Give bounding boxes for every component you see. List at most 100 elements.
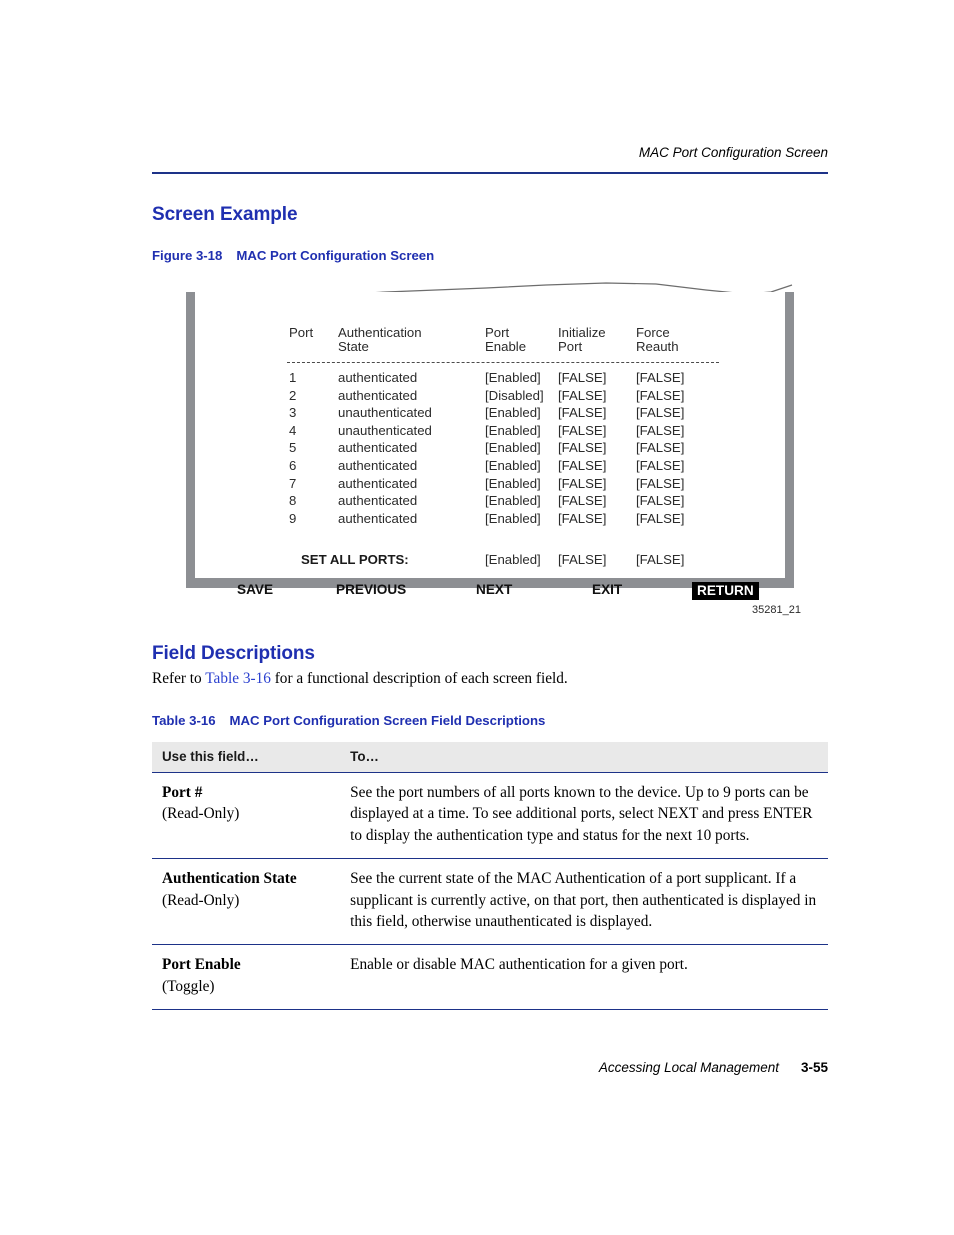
column-header-to: To… — [340, 742, 828, 773]
authentication-state-cell: authenticated — [338, 387, 418, 403]
force-reauth-cell[interactable]: [FALSE] — [636, 458, 684, 473]
terminal-port-row[interactable]: 4 unauthenticated [Enabled] [FALSE] [FALSE] — [195, 423, 785, 441]
field-descriptions-heading: Field Descriptions — [152, 643, 315, 664]
authentication-state-cell: unauthenticated — [338, 405, 432, 421]
port-enable-cell[interactable]: [Enabled] — [485, 440, 541, 455]
initialize-port-cell[interactable]: [FALSE] — [558, 423, 606, 438]
initialize-port-cell[interactable]: [FALSE] — [558, 405, 606, 420]
field-access-mode: (Toggle) — [162, 977, 215, 995]
force-reauth-cell[interactable]: [FALSE] — [636, 405, 684, 420]
port-number-cell: 9 — [289, 510, 297, 526]
save-button[interactable]: SAVE — [237, 582, 273, 597]
return-button[interactable]: RETURN — [692, 582, 759, 600]
terminal-screen-figure: Port Authentication State Port Enable In… — [186, 282, 794, 600]
force-reauth-cell[interactable]: [FALSE] — [636, 370, 684, 385]
figure-image-id: 35281_21 — [752, 604, 801, 616]
footer-document-name: Accessing Local Management — [598, 1060, 779, 1075]
port-number-cell: 4 — [289, 422, 297, 438]
field-description-cell: Enable or disable MAC authentication for… — [340, 944, 828, 1011]
port-number-cell: 2 — [289, 387, 297, 403]
port-enable-cell[interactable]: [Enabled] — [485, 423, 541, 438]
field-access-mode: (Read-Only) — [162, 891, 240, 909]
terminal-port-row[interactable]: 2 authenticated [Disabled] [FALSE] [FALSE] — [195, 388, 785, 406]
field-name-cell: Port # (Read-Only) — [152, 772, 341, 860]
port-number-cell: 1 — [289, 370, 297, 385]
table-row: Port # (Read-Only) See the port numbers of… — [152, 772, 828, 860]
port-enable-cell[interactable]: [Enabled] — [485, 511, 541, 526]
column-header-initialize-port: Initialize Port — [558, 325, 606, 354]
field-descriptions-intro: Refer to Table 3-16 for a functional des… — [152, 670, 568, 688]
set-all-ports-label: SET ALL PORTS: — [301, 552, 409, 567]
screen-bezel-right — [785, 292, 794, 588]
field-name: Port Enable — [162, 956, 241, 974]
port-number-cell: 8 — [289, 493, 297, 509]
initialize-port-cell[interactable]: [FALSE] — [558, 388, 606, 403]
port-enable-cell[interactable]: [Enabled] — [485, 458, 541, 473]
terminal-port-row[interactable]: 6 authenticated [Enabled] [FALSE] [FALSE] — [195, 458, 785, 476]
table-body: Port # (Read-Only) See the port numbers of… — [152, 772, 828, 1011]
port-number-cell: 6 — [289, 458, 297, 473]
page-title: Screen Example — [152, 204, 298, 225]
column-header-port-enable: Port Enable — [485, 325, 527, 354]
set-all-ports-enable-value[interactable]: [Enabled] — [485, 552, 541, 567]
initialize-port-cell[interactable]: [FALSE] — [558, 440, 606, 455]
terminal-navigation-bar: SAVE PREVIOUS NEXT EXIT RETURN — [195, 582, 785, 604]
terminal-port-row[interactable]: 3 unauthenticated [Enabled] [FALSE] [FALSE] — [195, 405, 785, 423]
initialize-port-cell[interactable]: [FALSE] — [558, 476, 606, 491]
table-row: Authentication State (Read-Only) See the c… — [152, 858, 828, 946]
port-enable-cell[interactable]: [Enabled] — [485, 493, 541, 508]
port-number-cell: 7 — [289, 475, 297, 491]
column-header-authentication-state: Authentication State — [338, 325, 422, 354]
terminal-column-headers: Port Authentication State Port Enable In… — [195, 326, 785, 358]
next-button[interactable]: NEXT — [476, 582, 512, 597]
port-enable-cell[interactable]: [Enabled] — [485, 370, 541, 385]
terminal-port-row[interactable]: 9 authenticated [Enabled] [FALSE] [FALSE] — [195, 511, 785, 529]
field-name: Port # — [162, 784, 203, 801]
port-number-cell: 5 — [289, 440, 297, 456]
set-all-ports-initialize-value[interactable]: [FALSE] — [558, 552, 606, 567]
port-number-cell: 3 — [289, 405, 297, 421]
terminal-port-row[interactable]: 7 authenticated [Enabled] [FALSE] [FALSE] — [195, 476, 785, 494]
table-caption: Table 3-16 MAC Port Configuration Screen … — [152, 713, 545, 728]
authentication-state-cell: authenticated — [338, 493, 418, 509]
force-reauth-cell[interactable]: [FALSE] — [636, 511, 684, 526]
field-name-cell: Port Enable (Toggle) — [152, 944, 341, 1011]
authentication-state-cell: authenticated — [338, 370, 418, 385]
previous-button[interactable]: PREVIOUS — [336, 582, 406, 597]
field-description-cell: See the current state of the MAC Authent… — [340, 858, 828, 946]
column-header-use-this-field: Use this field… — [152, 742, 341, 773]
screen-bezel-left — [186, 292, 195, 588]
port-enable-cell[interactable]: [Disabled] — [485, 388, 544, 403]
initialize-port-cell[interactable]: [FALSE] — [558, 511, 606, 526]
intro-text-before: Refer to — [152, 670, 206, 687]
terminal-port-row[interactable]: 5 authenticated [Enabled] [FALSE] [FALSE] — [195, 440, 785, 458]
port-enable-cell[interactable]: [Enabled] — [485, 405, 541, 420]
port-enable-cell[interactable]: [Enabled] — [485, 476, 541, 491]
figure-title: MAC Port Configuration Screen — [236, 248, 435, 263]
column-header-port: Port — [289, 325, 314, 340]
terminal-set-all-ports-row[interactable]: SET ALL PORTS: [Enabled] [FALSE] [FALSE] — [195, 552, 785, 570]
exit-button[interactable]: EXIT — [592, 582, 622, 597]
force-reauth-cell[interactable]: [FALSE] — [636, 423, 684, 438]
footer-page-number: 3-55 — [800, 1060, 828, 1075]
authentication-state-cell: authenticated — [338, 440, 418, 456]
table-row: Port Enable (Toggle) Enable or disable MAC… — [152, 944, 828, 1011]
initialize-port-cell[interactable]: [FALSE] — [558, 458, 606, 473]
page-footer: Accessing Local Management 3-55 — [152, 1060, 828, 1075]
intro-text-after: for a functional description of each scr… — [270, 670, 568, 687]
initialize-port-cell[interactable]: [FALSE] — [558, 370, 606, 385]
terminal-port-row[interactable]: 8 authenticated [Enabled] [FALSE] [FALSE] — [195, 493, 785, 511]
table-cross-reference-link[interactable]: Table 3-16 — [205, 670, 271, 687]
force-reauth-cell[interactable]: [FALSE] — [636, 476, 684, 491]
force-reauth-cell[interactable]: [FALSE] — [636, 440, 684, 455]
terminal-port-row[interactable]: 1 authenticated [Enabled] [FALSE] [FALSE] — [195, 370, 785, 388]
authentication-state-cell: authenticated — [338, 510, 418, 526]
header-separator-dashed-rule — [287, 362, 719, 363]
force-reauth-cell[interactable]: [FALSE] — [636, 388, 684, 403]
set-all-ports-force-value[interactable]: [FALSE] — [636, 552, 684, 567]
initialize-port-cell[interactable]: [FALSE] — [558, 493, 606, 508]
field-description-cell: See the port numbers of all ports known … — [340, 772, 828, 860]
table-header-row: Use this field… To… — [152, 742, 828, 773]
field-name-cell: Authentication State (Read-Only) — [152, 858, 341, 946]
force-reauth-cell[interactable]: [FALSE] — [636, 493, 684, 508]
